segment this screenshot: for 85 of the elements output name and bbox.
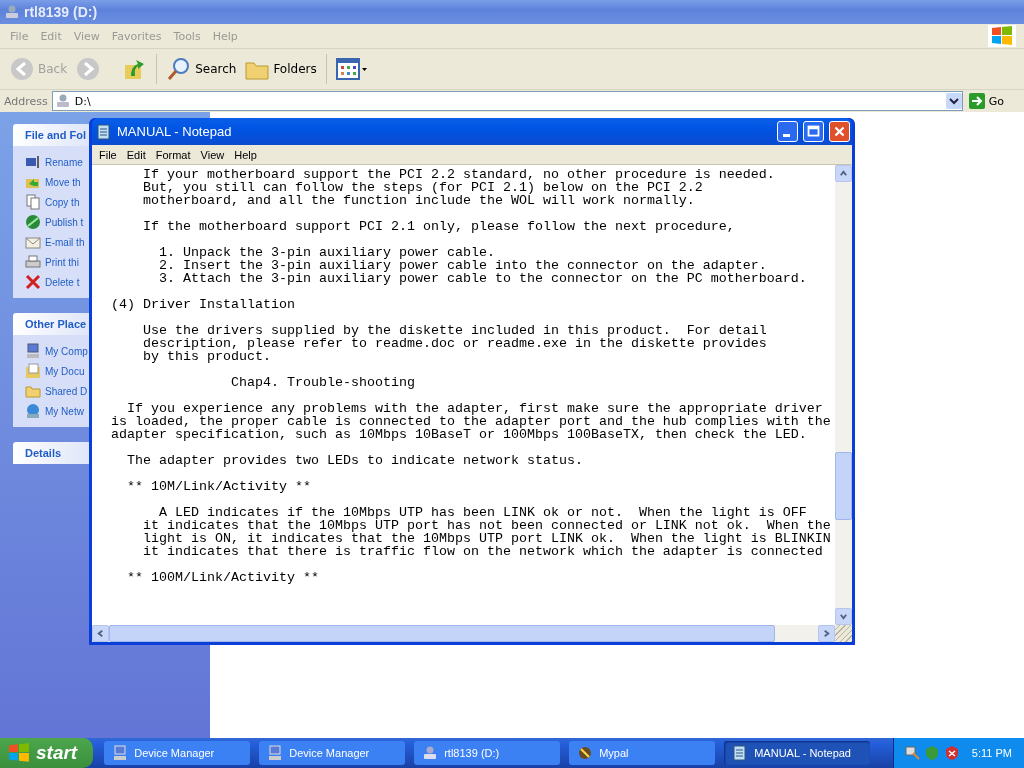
- text-line: If the motherboard support PCI 2.1 only, please follow the next procedure,: [142, 220, 736, 233]
- text-line: by this product.: [142, 350, 271, 363]
- task-link[interactable]: Print thi: [45, 256, 79, 268]
- window-title: MANUAL - Notepad: [117, 124, 232, 139]
- task-link[interactable]: Copy th: [45, 196, 80, 208]
- maximize-button[interactable]: [803, 121, 824, 142]
- text-line: is loaded, the proper cable is connected to the adapter port and the hub complies with the: [111, 415, 832, 428]
- rename-icon: [25, 154, 41, 170]
- text-line: ** 10M/Link/Activity **: [126, 480, 312, 493]
- text-line: (4) Driver Installation: [111, 298, 296, 311]
- address-label: Address: [4, 94, 48, 108]
- text-line: 2. Insert the 3-pin auxiliary power cable into the connector on the adapter.: [158, 259, 767, 272]
- task-link[interactable]: Delete t: [45, 276, 80, 288]
- scroll-thumb[interactable]: [835, 452, 852, 520]
- text-line: 1. Unpack the 3-pin auxiliary power cable.: [158, 246, 496, 259]
- close-button[interactable]: [829, 121, 850, 142]
- email-icon: [25, 234, 41, 250]
- text-line: ** 100M/Link/Activity **: [126, 571, 320, 584]
- pane-header[interactable]: Other Place: [13, 313, 89, 335]
- scroll-up-button[interactable]: [835, 165, 852, 182]
- text-line: The adapter provides two LEDs to indicate network status.: [126, 454, 584, 467]
- copy-icon: [25, 194, 41, 210]
- task-link[interactable]: Publish t: [45, 216, 84, 228]
- documents-icon: [25, 363, 41, 379]
- task-link[interactable]: My Netw: [45, 405, 84, 417]
- app-icon: [577, 745, 594, 761]
- search-button[interactable]: Search: [163, 54, 240, 84]
- scroll-down-button[interactable]: [835, 608, 852, 625]
- task-link[interactable]: Shared D: [45, 385, 88, 397]
- text-line: 3. Attach the 3-pin auxiliary power cable to the connector on the PC motherboard.: [158, 272, 808, 285]
- windows-logo-icon: [8, 743, 30, 763]
- computer-icon: [267, 745, 284, 761]
- computer-icon: [25, 343, 41, 359]
- text-line: description, please refer to readme.doc or readme.exe in the diskette provides: [142, 337, 768, 350]
- taskbar-button[interactable]: Device Manager: [104, 741, 251, 765]
- go-button[interactable]: Go: [966, 93, 1024, 109]
- resize-grip-icon[interactable]: [835, 625, 852, 642]
- pane-header[interactable]: Details: [13, 442, 89, 464]
- text-line: A LED indicates if the 10Mbps UTP has been LINK ok or not. When the light is OFF: [158, 506, 808, 519]
- folders-button[interactable]: Folders: [241, 54, 320, 84]
- text-line: adapter specification, such as 10Mbps 10BaseT or 100Mbps 100BaseTX, then check the LED.: [111, 428, 808, 441]
- network-tray-icon[interactable]: [903, 745, 920, 761]
- text-line: If you experience any problems with the adapter, first make sure the appropriate driver: [126, 402, 824, 415]
- go-arrow-icon: [968, 93, 985, 109]
- address-field[interactable]: D:\: [51, 91, 963, 111]
- text-line: But, you still can follow the steps (for PCI 2.1) below on the PCI 2.2: [142, 181, 704, 194]
- text-line: Chap4. Trouble-shooting: [229, 376, 416, 389]
- pane-header[interactable]: File and Fol: [13, 124, 89, 146]
- start-button[interactable]: start: [0, 738, 94, 768]
- menu-item[interactable]: Format: [150, 148, 196, 161]
- views-icon: [335, 58, 368, 80]
- minimize-button[interactable]: [777, 121, 798, 142]
- delete-icon: [25, 274, 41, 290]
- task-link[interactable]: Move th: [45, 176, 81, 188]
- menu-item[interactable]: File: [94, 148, 122, 161]
- folder-icon: [25, 383, 41, 399]
- vertical-scrollbar[interactable]: [835, 165, 852, 625]
- windows-logo-icon: [988, 25, 1016, 47]
- computer-icon: [112, 745, 129, 761]
- task-link[interactable]: My Docu: [45, 365, 85, 377]
- print-icon: [25, 254, 41, 270]
- text-line: it indicates that there is traffic flow on the network which the adapter is connected: [142, 545, 824, 558]
- scroll-right-button[interactable]: [818, 625, 835, 642]
- scroll-left-button[interactable]: [92, 625, 109, 642]
- menu-item[interactable]: View: [195, 148, 230, 161]
- menu-item[interactable]: Help: [229, 148, 262, 161]
- task-link[interactable]: My Comp: [45, 345, 88, 357]
- text-line: light is ON, it indicates that the 10Mbps UTP port LINK ok. When the light is BLINKIN: [142, 532, 832, 545]
- task-link[interactable]: E-mail th: [45, 236, 85, 248]
- taskbar-button[interactable]: rtl8139 (D:): [414, 741, 561, 765]
- clock: 5:11 PM: [971, 747, 1012, 759]
- taskbar-button[interactable]: Mypal: [569, 741, 716, 765]
- task-link[interactable]: Rename: [45, 156, 83, 168]
- notepad-icon: [732, 745, 749, 761]
- window-title: rtl8139 (D:): [24, 4, 98, 20]
- taskbar-button[interactable]: Device Manager: [259, 741, 406, 765]
- notepad-icon: [96, 123, 112, 140]
- text-line: Use the drivers supplied by the diskette included in this product. For detail: [142, 324, 768, 337]
- security-shield-icon[interactable]: [943, 745, 960, 761]
- text-line: motherboard, and all the function include the WOL will work normally.: [142, 194, 696, 207]
- menu-item[interactable]: Edit: [121, 148, 151, 161]
- minimize-icon: [783, 134, 790, 137]
- text-line: If your motherboard support the PCI 2.2 standard, no other procedure is needed.: [142, 168, 776, 181]
- taskbar-button[interactable]: MANUAL - Notepad: [724, 741, 871, 765]
- text-line: it indicates that the 10Mbps UTP port has not been connected or LINK not ok. When the: [142, 519, 832, 532]
